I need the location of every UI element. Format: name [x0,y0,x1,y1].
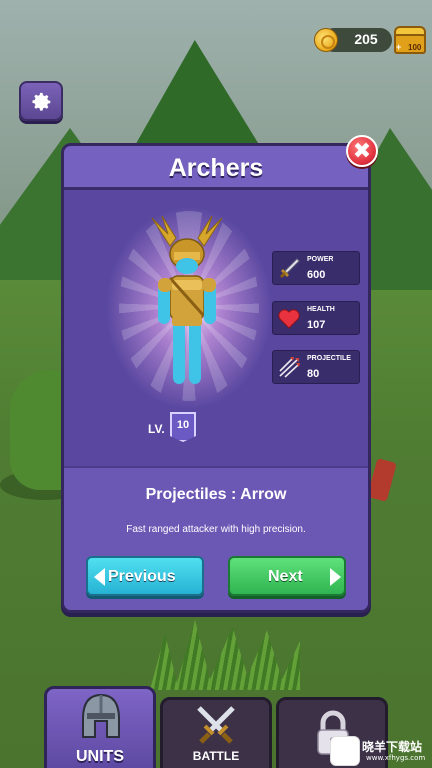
stat-value: 600 [307,269,326,281]
site-watermark: 晓羊下载站 www.xfhygs.com [330,736,432,768]
stat-value: 107 [307,319,326,331]
sword-icon [280,258,300,278]
watermark-url: www.xfhygs.com [366,754,426,762]
settings-button[interactable] [19,81,63,121]
arrow-left-icon [94,568,105,586]
level-label: LV. [148,422,165,436]
stat-projectile: PROJECTILE 80 [272,350,360,384]
arrows-icon [279,357,300,378]
close-icon: ✖ [352,138,372,163]
chest-plus: + [396,42,402,52]
tab-battle-label: BATTLE [192,749,240,763]
stat-name: HEALTH [307,306,335,313]
archer-character-image [151,216,223,384]
watermark-logo [330,736,360,766]
unit-details: Projectiles : Arrow Fast ranged attacker… [64,466,368,610]
gear-icon [32,92,51,111]
next-button[interactable]: Next [228,556,346,596]
tab-units[interactable]: UNITS [44,686,156,768]
previous-label: Previous [108,568,176,585]
close-button[interactable]: ✖ [346,135,378,167]
level-value: 10 [176,419,190,431]
watermark-text: 晓羊下载站 [362,740,423,754]
tab-battle[interactable]: BATTLE [160,697,272,768]
unit-title: Archers [168,154,264,182]
stat-name: PROJECTILE [307,355,351,362]
unit-description: Fast ranged attacker with high precision… [126,524,306,535]
stat-power: POWER 600 [272,251,360,285]
treasure-chest-button[interactable]: + 100 [392,24,428,54]
coin-icon [314,28,338,52]
arrow-right-icon [330,568,341,586]
stat-value: 80 [307,368,320,380]
projectile-type: Projectiles : Arrow [145,486,287,503]
stat-health: HEALTH 107 [272,301,360,335]
previous-button[interactable]: Previous [86,556,204,596]
stat-name: POWER [307,256,334,263]
chest-badge: 100 [408,43,422,52]
coin-amount: 205 [354,31,378,47]
heart-icon [278,309,300,329]
crossed-swords-icon [197,706,235,744]
next-label: Next [268,568,303,585]
helmet-icon [82,693,120,738]
panel-header: Archers [64,146,368,190]
tab-units-label: UNITS [76,748,124,765]
unit-info-panel: Archers LV. 10 POWER 600 HEALTH 107 PROJ… [61,143,371,613]
